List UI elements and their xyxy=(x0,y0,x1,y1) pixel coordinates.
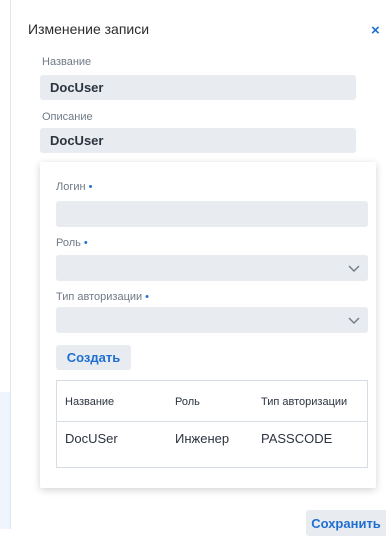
required-mark: • xyxy=(145,291,150,303)
required-mark: • xyxy=(88,181,93,193)
description-value: DocUser xyxy=(50,133,104,148)
header-divider xyxy=(57,421,367,422)
create-button[interactable]: Создать xyxy=(56,345,131,370)
column-header-role: Роль xyxy=(175,396,200,408)
role-select[interactable] xyxy=(56,255,368,281)
description-field[interactable]: DocUser xyxy=(40,128,356,153)
column-header-auth-type: Тип авторизации xyxy=(261,396,348,408)
auth-type-select[interactable] xyxy=(56,307,368,333)
cell-name: DocUSer xyxy=(65,431,118,446)
close-icon[interactable]: × xyxy=(371,23,380,38)
cell-auth-type: PASSCODE xyxy=(261,431,333,446)
description-label: Описание xyxy=(42,111,93,123)
login-label-text: Логин xyxy=(56,181,86,193)
name-field[interactable]: DocUser xyxy=(40,75,356,100)
cell-role: Инженер xyxy=(175,431,230,446)
save-button[interactable]: Сохранить xyxy=(306,510,386,536)
chevron-down-icon xyxy=(348,317,360,324)
required-mark: • xyxy=(83,237,88,249)
dialog-title: Изменение записи xyxy=(28,21,150,37)
users-table: Название Роль Тип авторизации DocUSer Ин… xyxy=(56,380,368,468)
role-label-text: Роль xyxy=(56,237,81,249)
chevron-down-icon xyxy=(348,265,360,272)
auth-type-label: Тип авторизации • xyxy=(56,291,149,303)
login-label: Логин • xyxy=(56,181,92,193)
column-header-name: Название xyxy=(65,396,115,408)
login-input[interactable] xyxy=(56,201,368,227)
name-label: Название xyxy=(42,56,92,68)
auth-type-label-text: Тип авторизации xyxy=(56,291,143,303)
name-value: DocUser xyxy=(50,80,104,95)
role-label: Роль • xyxy=(56,237,88,249)
